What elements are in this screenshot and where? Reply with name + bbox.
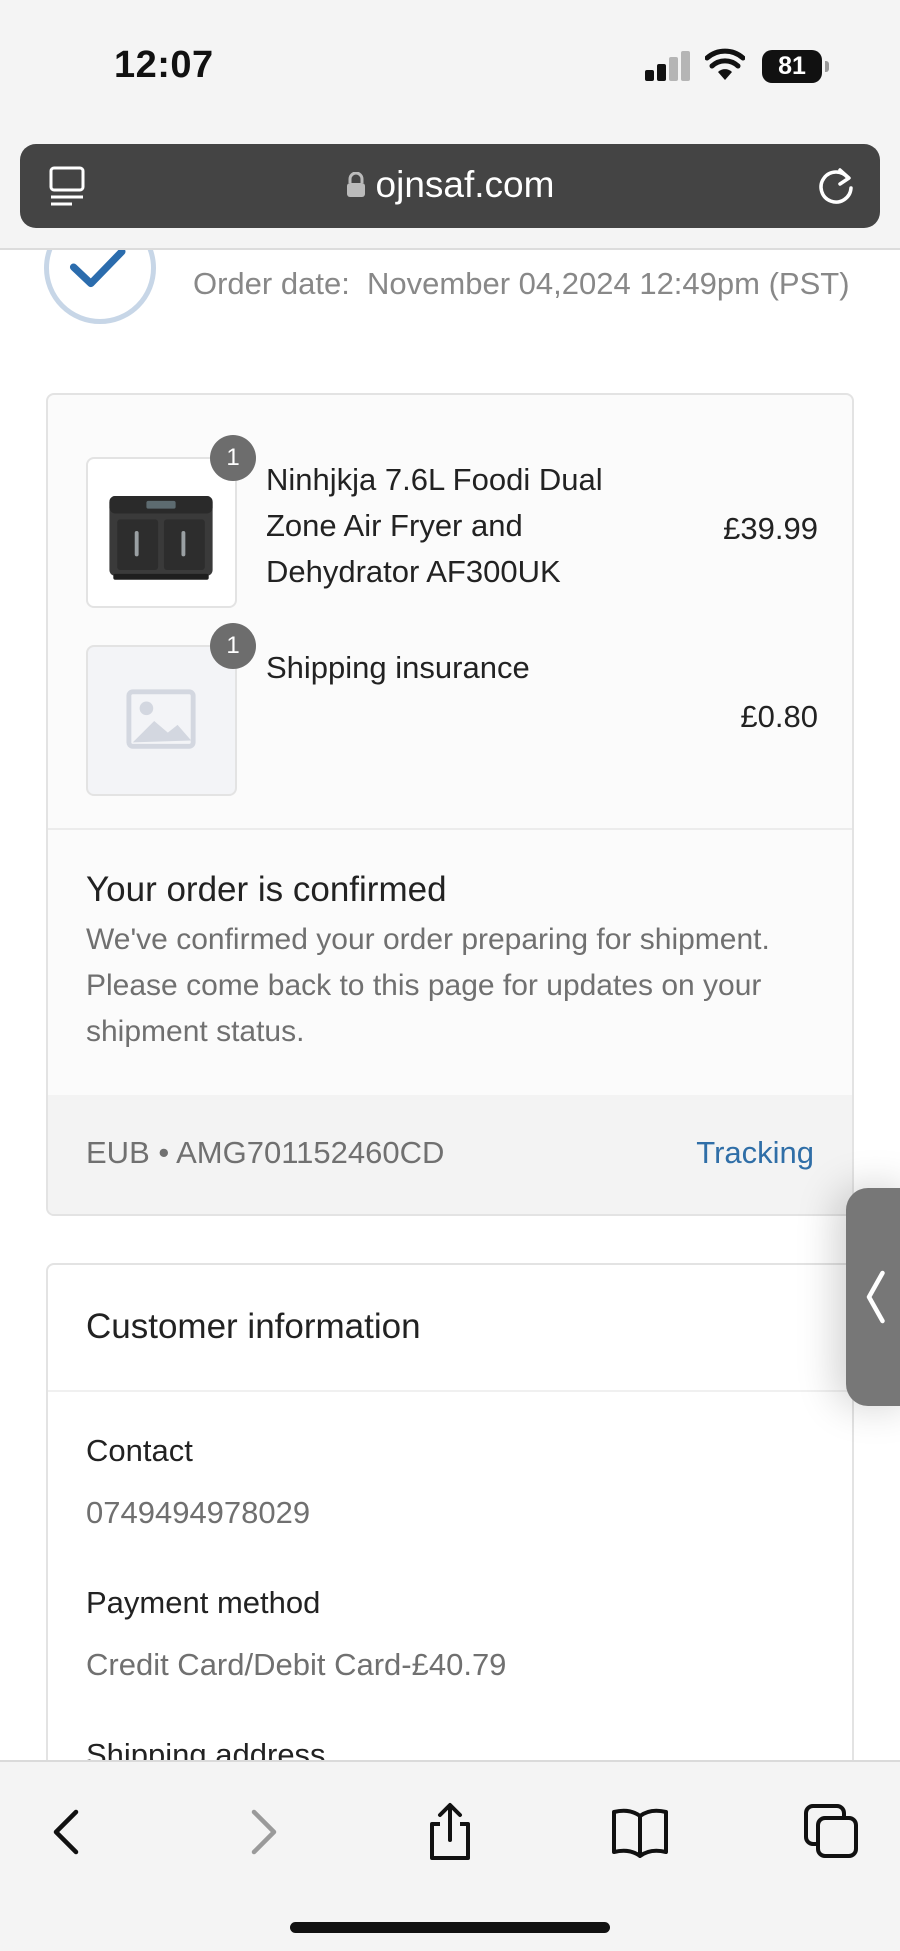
wifi-icon xyxy=(705,48,745,80)
item-price: £39.99 xyxy=(723,511,818,546)
url-text: ojnsaf.com xyxy=(375,164,555,205)
shipping-address-label: Shipping address xyxy=(86,1737,326,1760)
share-icon[interactable] xyxy=(420,1802,480,1862)
confirmation-text: We've confirmed your order preparing for… xyxy=(86,923,770,1048)
address-bar[interactable]: ojnsaf.com xyxy=(20,144,880,228)
tabs-icon[interactable] xyxy=(802,1802,862,1862)
payment-method-value: Credit Card/Debit Card-£40.79 xyxy=(86,1647,507,1682)
air-fryer-image xyxy=(109,495,213,580)
status-time: 12:07 xyxy=(114,44,214,86)
side-panel-handle[interactable] xyxy=(846,1188,900,1406)
contact-value: 0749494978029 xyxy=(86,1495,311,1530)
bookmarks-icon[interactable] xyxy=(610,1802,670,1862)
line-item: 1 Shipping insurance £0.80 xyxy=(86,623,818,796)
payment-method-label: Payment method xyxy=(86,1585,321,1620)
tracking-row: EUB • AMG701152460CD Tracking xyxy=(48,1095,852,1214)
order-date-value: November 04,2024 12:49pm (PST) xyxy=(367,266,850,301)
item-name: Ninhjkja 7.6L Foodi Dual Zone Air Fryer … xyxy=(266,462,603,589)
tracking-link[interactable]: Tracking xyxy=(696,1135,814,1171)
tracking-number: EUB • AMG701152460CD xyxy=(86,1135,445,1170)
chevron-left-icon xyxy=(866,1270,885,1324)
quantity-badge: 1 xyxy=(210,623,256,669)
battery-indicator: 81 xyxy=(762,50,829,83)
home-indicator xyxy=(290,1922,610,1933)
quantity-badge: 1 xyxy=(210,435,256,481)
card-divider xyxy=(48,1390,852,1392)
order-confirmed-check-icon xyxy=(44,250,156,324)
item-name: Shipping insurance xyxy=(266,650,530,685)
cellular-signal-icon xyxy=(645,51,691,81)
product-thumbnail[interactable] xyxy=(86,645,237,796)
order-summary-card: 1 Ninhjkja 7.6L Foodi Dual Zone Air Frye… xyxy=(46,393,854,1216)
url-display[interactable]: ojnsaf.com xyxy=(20,164,880,206)
item-price: £0.80 xyxy=(740,699,818,734)
image-placeholder-icon xyxy=(126,689,196,749)
customer-information-card: Customer information Contact 07494949780… xyxy=(46,1263,854,1760)
lock-icon xyxy=(346,165,366,197)
order-date: Order date: November 04,2024 12:49pm (PS… xyxy=(193,262,853,306)
forward-icon[interactable] xyxy=(232,1802,292,1862)
card-divider xyxy=(48,828,852,830)
customer-info-title: Customer information xyxy=(86,1307,421,1346)
confirmation-title: Your order is confirmed xyxy=(86,870,447,909)
back-icon[interactable] xyxy=(38,1802,98,1862)
line-item: 1 Ninhjkja 7.6L Foodi Dual Zone Air Frye… xyxy=(86,435,818,608)
product-thumbnail[interactable] xyxy=(86,457,237,608)
order-date-label: Order date: xyxy=(193,266,350,301)
order-status-page: Order date: November 04,2024 12:49pm (PS… xyxy=(0,250,900,1760)
browser-toolbar xyxy=(0,1760,900,1951)
reload-icon[interactable] xyxy=(814,164,858,208)
contact-label: Contact xyxy=(86,1433,193,1468)
status-bar: 12:07 81 xyxy=(0,0,900,135)
